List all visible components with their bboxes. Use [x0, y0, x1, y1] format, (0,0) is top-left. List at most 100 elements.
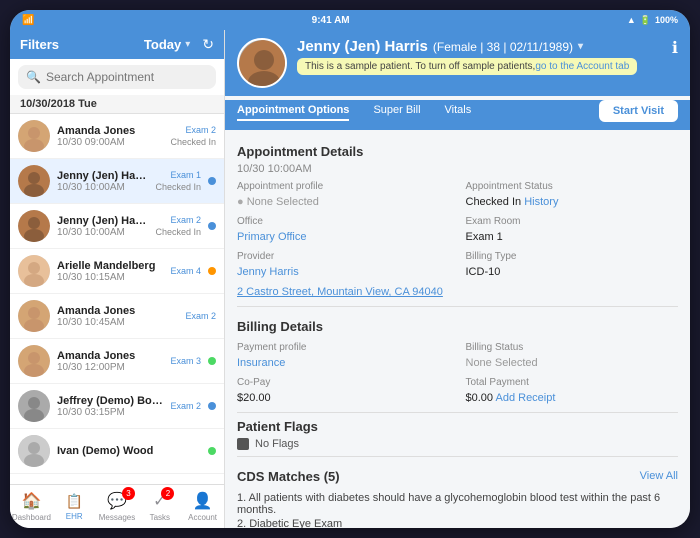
- divider-3: [237, 456, 678, 457]
- tab-vitals[interactable]: Vitals: [445, 101, 472, 121]
- refresh-button[interactable]: ↻: [202, 36, 214, 53]
- list-item[interactable]: Amanda Jones 10/30 12:00PM Exam 3: [10, 339, 224, 384]
- status-bar: 📶 9:41 AM ▲ 🔋 100%: [10, 10, 690, 30]
- copay-value: $20.00: [237, 392, 271, 404]
- billing-type-value: ICD-10: [466, 266, 501, 278]
- patient-info: Amanda Jones 10/30 09:00AM: [57, 125, 163, 148]
- patient-meta: Exam 4: [170, 266, 201, 276]
- nav-messages[interactable]: 💬 3 Messages: [96, 487, 139, 526]
- office-label: Office: [237, 216, 450, 227]
- flag-value: No Flags: [255, 438, 299, 450]
- tab-appointment-options[interactable]: Appointment Options: [237, 101, 349, 121]
- avatar: [18, 210, 50, 242]
- billing-title: Billing Details: [237, 319, 323, 334]
- bottom-nav: 🏠 Dashboard 📋 EHR 💬 3 Messages: [10, 484, 224, 528]
- patient-meta: Exam 2: [170, 401, 201, 411]
- patient-time: 10/30 10:15AM: [57, 272, 163, 283]
- account-link[interactable]: go to the Account tab: [535, 61, 629, 72]
- sidebar-header: Filters Today ▾ ↻: [10, 30, 224, 59]
- chevron-down-icon: ▾: [578, 41, 583, 52]
- avatar: [18, 255, 50, 287]
- today-chevron: ▾: [185, 39, 190, 50]
- sample-text: This is a sample patient. To turn off sa…: [305, 61, 535, 72]
- exam-badge: Exam 2: [170, 215, 201, 225]
- divider-2: [237, 412, 678, 413]
- billing-type-field: Billing Type ICD-10: [466, 251, 679, 280]
- exam-room-value: Exam 1: [466, 231, 503, 243]
- status-left: 📶: [22, 15, 34, 26]
- today-button[interactable]: Today: [144, 37, 181, 52]
- appt-profile-field: Appointment profile ● None Selected: [237, 181, 450, 210]
- billing-status-label: Billing Status: [466, 342, 679, 353]
- nav-account-label: Account: [188, 513, 217, 522]
- patient-info: Jeffrey (Demo) Boyer 10/30 03:15PM: [57, 395, 163, 418]
- search-bar[interactable]: 🔍: [18, 65, 216, 89]
- patient-info: Amanda Jones 10/30 10:45AM: [57, 305, 178, 328]
- patient-list: Amanda Jones 10/30 09:00AM Exam 2 Checke…: [10, 114, 224, 484]
- nav-dashboard[interactable]: 🏠 Dashboard: [10, 487, 53, 526]
- exam-room-label: Exam Room: [466, 216, 679, 227]
- patient-info: Jenny (Jen) Harris 10/30 10:00AM: [57, 215, 148, 238]
- avatar: [18, 300, 50, 332]
- patient-name: Arielle Mandelberg: [57, 260, 163, 272]
- list-item[interactable]: Ivan (Demo) Wood: [10, 429, 224, 474]
- cds-item-2: 2. Diabetic Eye Exam: [237, 518, 678, 528]
- add-payment-link[interactable]: Add: [495, 392, 515, 404]
- patient-meta: Exam 2 Checked In: [170, 125, 216, 147]
- total-payment-field: Total Payment $0.00 Add Receipt: [466, 377, 679, 406]
- status-dot: [208, 222, 216, 230]
- cds-view-all[interactable]: View All: [640, 470, 678, 482]
- avatar: [18, 390, 50, 422]
- list-item[interactable]: Jenny (Jen) Harris 10/30 10:00AM Exam 2 …: [10, 204, 224, 249]
- list-item[interactable]: Amanda Jones 10/30 09:00AM Exam 2 Checke…: [10, 114, 224, 159]
- patient-info: Amanda Jones 10/30 12:00PM: [57, 350, 163, 373]
- status-time: 9:41 AM: [312, 15, 350, 26]
- tab-super-bill[interactable]: Super Bill: [373, 101, 420, 121]
- office-field: Office Primary Office: [237, 216, 450, 245]
- list-item[interactable]: Jenny (Jen) Harris 10/30 10:00AM Exam 1 …: [10, 159, 224, 204]
- receipt-link[interactable]: Receipt: [518, 392, 555, 404]
- billing-status-field: Billing Status None Selected: [466, 342, 679, 371]
- patient-meta: Exam 2: [185, 311, 216, 321]
- flag-icon: [237, 438, 249, 450]
- ehr-icon: 📋: [65, 493, 82, 509]
- battery-label: 100%: [655, 15, 678, 25]
- start-visit-button[interactable]: Start Visit: [599, 100, 678, 122]
- address-link[interactable]: 2 Castro Street, Mountain View, CA 94040: [237, 286, 678, 298]
- exam-badge: Exam 3: [170, 356, 201, 366]
- billing-fields-grid: Payment profile Insurance Billing Status…: [237, 342, 678, 406]
- exam-badge: Exam 1: [170, 170, 201, 180]
- status-right: ▲ 🔋 100%: [627, 15, 678, 26]
- history-link[interactable]: History: [524, 196, 558, 208]
- status-dot: [208, 357, 216, 365]
- total-payment-value: $0.00: [466, 392, 494, 404]
- nav-ehr[interactable]: 📋 EHR: [53, 489, 96, 525]
- nav-account[interactable]: 👤 Account: [181, 487, 224, 526]
- patient-time: 10/30 10:45AM: [57, 317, 178, 328]
- list-item[interactable]: Arielle Mandelberg 10/30 10:15AM Exam 4: [10, 249, 224, 294]
- exam-badge: Exam 4: [170, 266, 201, 276]
- nav-tasks[interactable]: ✓ 2 Tasks: [138, 487, 181, 526]
- patient-name-text: Jenny (Jen) Harris: [297, 38, 428, 55]
- status-dot: [208, 447, 216, 455]
- patient-header: Jenny (Jen) Harris (Female | 38 | 02/11/…: [225, 30, 690, 96]
- list-item[interactable]: Jeffrey (Demo) Boyer 10/30 03:15PM Exam …: [10, 384, 224, 429]
- divider-1: [237, 306, 678, 307]
- signal-icon: ▲: [627, 15, 636, 25]
- billing-type-label: Billing Type: [466, 251, 679, 262]
- payment-profile-label: Payment profile: [237, 342, 450, 353]
- appt-status-label: Appointment Status: [466, 181, 679, 192]
- patient-time: 10/30 10:00AM: [57, 227, 148, 238]
- date-header: 10/30/2018 Tue: [10, 95, 224, 114]
- patient-time: 10/30 09:00AM: [57, 137, 163, 148]
- search-input[interactable]: [46, 70, 208, 84]
- info-button[interactable]: ℹ: [672, 38, 678, 58]
- patient-name: Jeffrey (Demo) Boyer: [57, 395, 163, 407]
- provider-value: Jenny Harris: [237, 266, 299, 278]
- detail-content: Appointment Details 10/30 10:00AM Appoin…: [225, 130, 690, 528]
- exam-badge: Exam 2: [170, 401, 201, 411]
- search-icon: 🔍: [26, 70, 41, 84]
- list-item[interactable]: Amanda Jones 10/30 10:45AM Exam 2: [10, 294, 224, 339]
- status-dot: [208, 267, 216, 275]
- patient-info: Arielle Mandelberg 10/30 10:15AM: [57, 260, 163, 283]
